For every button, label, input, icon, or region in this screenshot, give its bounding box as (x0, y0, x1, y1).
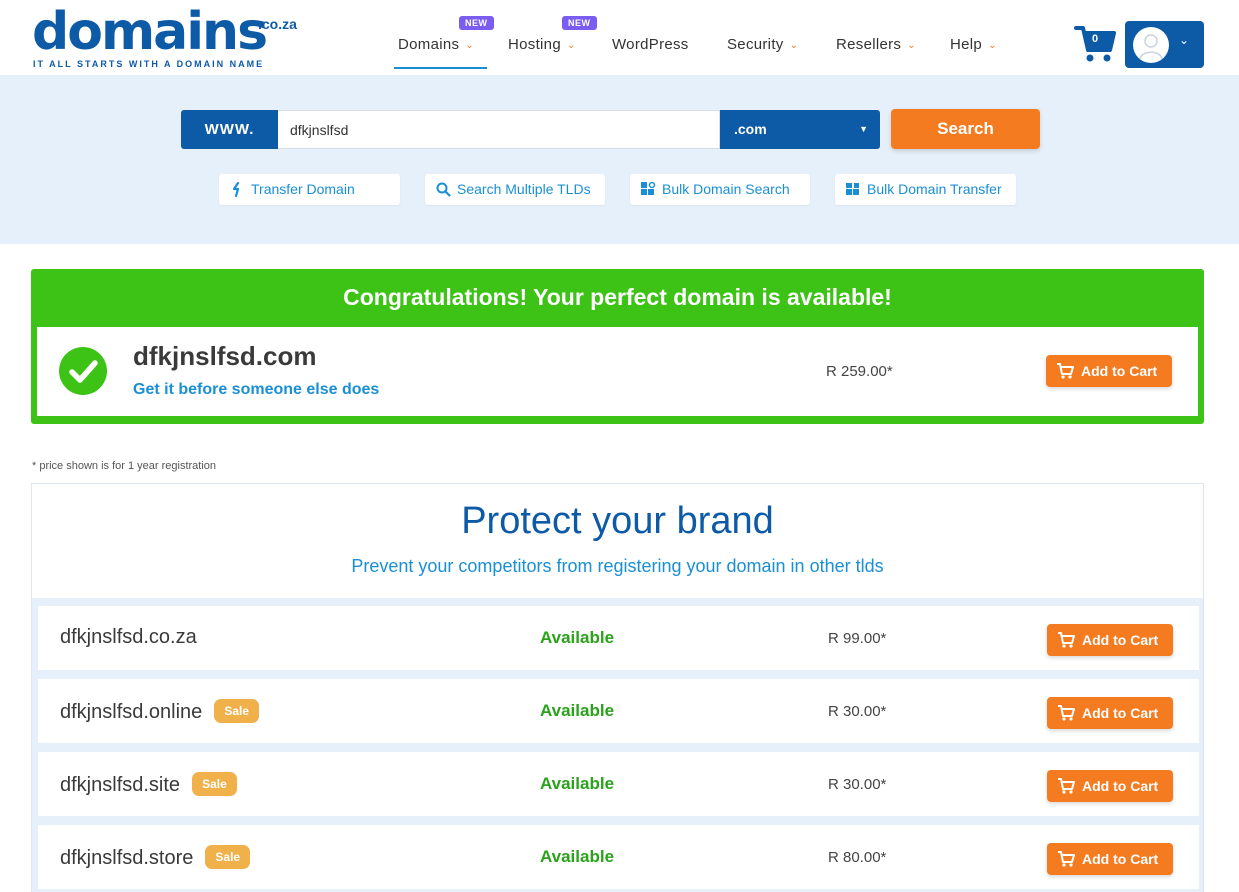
protect-brand-header: Protect your brand Prevent your competit… (32, 484, 1203, 598)
nav-item-label: Domains (398, 36, 460, 53)
bulk-domain-transfer-link[interactable]: Bulk Domain Transfer (835, 174, 1016, 205)
add-to-cart-label: Add to Cart (1082, 705, 1159, 721)
logo-suffix: .co.za (258, 16, 297, 32)
domain-row-name: dfkjnslfsd.online Sale (60, 699, 259, 724)
quick-link-label: Transfer Domain (251, 181, 355, 197)
sale-badge: Sale (205, 845, 251, 869)
cart-icon (1058, 851, 1075, 867)
available-result-row: dfkjnslfsd.com Get it before someone els… (37, 327, 1198, 416)
nav-item-label: Hosting (508, 36, 561, 53)
logo-tagline: IT ALL STARTS WITH A DOMAIN NAME (33, 59, 265, 69)
domain-name: dfkjnslfsd.online (60, 701, 203, 723)
domain-name: dfkjnslfsd.store (60, 847, 194, 869)
cart-icon (1057, 363, 1074, 379)
domain-row: dfkjnslfsd.online Sale Available R 30.00*… (38, 679, 1199, 743)
domain-row-price: R 80.00* (828, 849, 887, 866)
domain-row-price: R 30.00* (828, 703, 887, 720)
available-domain-name: dfkjnslfsd.com (133, 341, 317, 371)
available-subtitle: Get it before someone else does (133, 381, 380, 398)
domain-row-status: Available (540, 774, 615, 793)
cart-count: 0 (1092, 33, 1099, 45)
magnifier-icon (436, 182, 451, 197)
cart-icon (1058, 778, 1075, 794)
chevron-down-icon: ⌄ (1179, 33, 1190, 47)
chevron-down-icon: ⌄ (566, 40, 576, 51)
domain-row-status: Available (540, 701, 615, 720)
available-result-card: Congratulations! Your perfect domain is … (31, 269, 1204, 424)
quick-link-label: Search Multiple TLDs (457, 181, 591, 197)
add-to-cart-button[interactable]: Add to Cart (1047, 697, 1173, 729)
nav-item-hosting[interactable]: Hosting ⌄ (508, 36, 576, 53)
account-menu-button[interactable]: ⌄ (1125, 21, 1204, 68)
nav-item-label: Security (727, 36, 784, 53)
domain-row-price: R 30.00* (828, 776, 887, 793)
available-title: Congratulations! Your perfect domain is … (343, 284, 892, 310)
bulk-transfer-icon (846, 183, 859, 195)
domain-row: dfkjnslfsd.site Sale Available R 30.00* A… (38, 752, 1199, 816)
nav-item-label: WordPress (612, 36, 689, 53)
add-to-cart-label: Add to Cart (1082, 632, 1159, 648)
www-prefix: WWW. (181, 110, 278, 149)
checkmark-icon (59, 347, 107, 395)
domain-row-name: dfkjnslfsd.co.za (60, 626, 197, 649)
cart-icon (1058, 705, 1075, 721)
search-button[interactable]: Search (891, 109, 1040, 149)
quick-link-label: Bulk Domain Transfer (867, 181, 1002, 197)
user-avatar-icon (1133, 27, 1169, 63)
transfer-icon (232, 181, 240, 198)
add-to-cart-button[interactable]: Add to Cart (1047, 624, 1173, 656)
bulk-domain-search-link[interactable]: Bulk Domain Search (630, 174, 810, 205)
domain-row-status: Available (540, 628, 615, 647)
sale-badge: Sale (192, 772, 237, 796)
transfer-domain-link[interactable]: Transfer Domain (219, 174, 400, 205)
logo-wordmark: domains (32, 2, 268, 62)
cart-icon (1058, 632, 1075, 648)
domain-row-price: R 99.00* (828, 630, 887, 647)
cart-button[interactable]: 0 (1074, 24, 1118, 64)
domain-row: dfkjnslfsd.co.za Available R 99.00* Add … (38, 606, 1199, 670)
add-to-cart-button[interactable]: Add to Cart (1046, 355, 1172, 387)
protect-brand-title: Protect your brand (461, 500, 774, 542)
protect-brand-subtitle: Prevent your competitors from registerin… (351, 556, 884, 576)
nav-item-label: Resellers (836, 36, 902, 53)
add-to-cart-button[interactable]: Add to Cart (1047, 770, 1173, 802)
chevron-down-icon: ⌄ (907, 40, 916, 51)
nav-item-security[interactable]: Security ⌄ (727, 36, 798, 53)
chevron-down-icon: ⌄ (789, 40, 799, 51)
nav-item-wordpress[interactable]: WordPress (612, 36, 689, 53)
add-to-cart-label: Add to Cart (1082, 851, 1159, 867)
add-to-cart-label: Add to Cart (1082, 778, 1159, 794)
search-multiple-tlds-link[interactable]: Search Multiple TLDs (425, 174, 605, 205)
nav-active-indicator (394, 67, 487, 69)
nav-item-label: Help (950, 36, 983, 53)
domain-name: dfkjnslfsd.co.za (60, 626, 197, 648)
domain-row-name: dfkjnslfsd.store Sale (60, 845, 251, 870)
domain-search-input[interactable] (278, 110, 720, 149)
domain-row: dfkjnslfsd.store Sale Available R 80.00* … (38, 825, 1199, 889)
nav-new-badge-hosting: NEW (562, 16, 597, 30)
nav-item-resellers[interactable]: Resellers ⌄ (836, 36, 916, 53)
available-price: R 259.00* (826, 363, 893, 380)
nav-item-help[interactable]: Help ⌄ (950, 36, 997, 53)
price-footnote: * price shown is for 1 year registration (32, 460, 217, 472)
tld-select-value: .com (734, 121, 767, 137)
site-header: domains .co.za IT ALL STARTS WITH A DOMA… (0, 0, 1239, 76)
nav-item-domains[interactable]: Domains ⌄ (398, 36, 474, 53)
nav-new-badge-domains: NEW (459, 16, 494, 30)
add-to-cart-label: Add to Cart (1081, 363, 1158, 379)
tld-select[interactable]: .com ▼ (720, 110, 880, 149)
search-band (0, 76, 1239, 244)
protect-brand-section: Protect your brand Prevent your competit… (31, 483, 1204, 892)
site-logo[interactable]: domains .co.za IT ALL STARTS WITH A DOMA… (32, 2, 302, 72)
domain-row-name: dfkjnslfsd.site Sale (60, 772, 237, 797)
add-to-cart-button[interactable]: Add to Cart (1047, 843, 1173, 875)
bulk-search-icon (641, 181, 656, 195)
caret-down-icon: ▼ (859, 124, 868, 134)
sale-badge: Sale (214, 699, 259, 723)
quick-link-label: Bulk Domain Search (662, 181, 790, 197)
chevron-down-icon: ⌄ (465, 40, 474, 51)
chevron-down-icon: ⌄ (988, 40, 997, 51)
domain-name: dfkjnslfsd.site (60, 774, 181, 796)
domain-row-status: Available (540, 847, 615, 866)
